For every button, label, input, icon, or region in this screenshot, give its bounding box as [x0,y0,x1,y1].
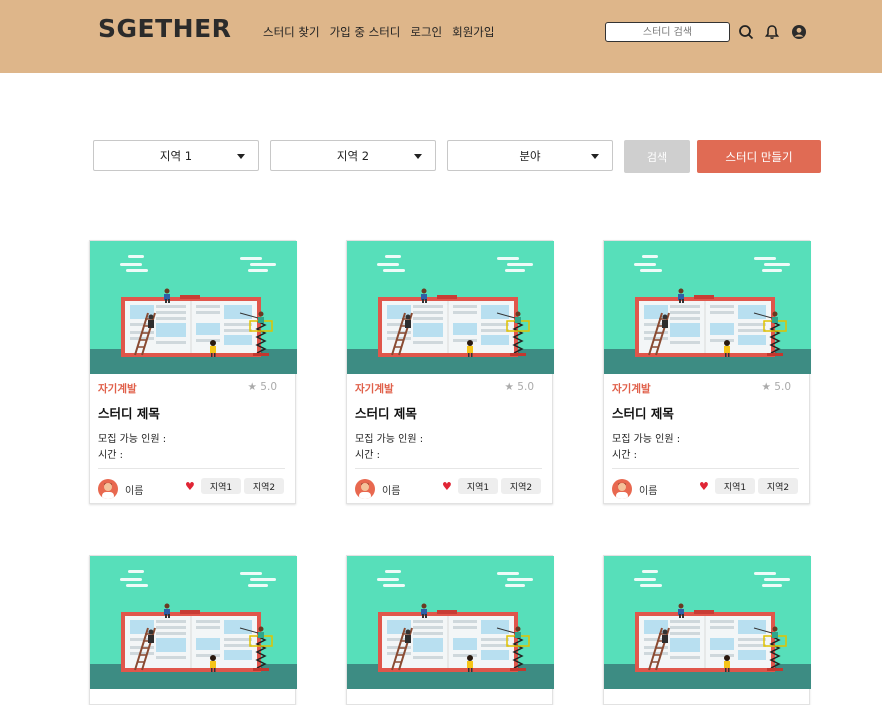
rating-value: 5.0 [774,381,791,393]
search-icon[interactable] [738,24,754,40]
study-card[interactable]: 자기계발 ★ 5.0 스터디 제목 모집 가능 인원 : 시간 : 이름 ♥ 지… [603,240,810,504]
nav-login[interactable]: 로그인 [410,24,442,40]
study-card[interactable] [89,555,296,705]
capacity-label: 모집 가능 인원 : [98,434,167,445]
time-label: 시간 : [355,450,380,461]
heart-icon[interactable]: ♥ [185,481,195,493]
region-tag: 지역2 [758,478,798,494]
search-button[interactable]: 검색 [624,140,690,173]
avatar [98,479,118,499]
nav-joined-study[interactable]: 가입 중 스터디 [330,24,401,40]
nav-find-study[interactable]: 스터디 찾기 [263,24,320,40]
region-tag: 지역2 [501,478,541,494]
avatar [355,479,375,499]
top-header: SGETHER 스터디 찾기 가입 중 스터디 로그인 회원가입 [0,0,882,73]
study-search-input[interactable] [605,22,730,42]
study-thumbnail [604,556,811,689]
heart-icon[interactable]: ♥ [699,481,709,493]
study-thumbnail [90,241,297,374]
logo[interactable]: SGETHER [98,14,231,43]
study-title: 스터디 제목 [612,406,674,421]
rating: ★ 5.0 [505,381,534,393]
author-name: 이름 [125,486,144,497]
study-thumbnail [90,556,297,689]
rating-value: 5.0 [260,381,277,393]
time-label: 시간 : [612,450,637,461]
bell-icon[interactable] [764,24,780,40]
study-card[interactable] [346,555,553,705]
rating: ★ 5.0 [248,381,277,393]
capacity-label: 모집 가능 인원 : [355,434,424,445]
time-label: 시간 : [98,450,123,461]
region1-label: 지역 1 [159,148,193,163]
region-tag: 지역1 [201,478,241,494]
region2-label: 지역 2 [336,148,370,163]
main-nav: 스터디 찾기 가입 중 스터디 로그인 회원가입 [263,24,494,40]
divider [355,468,542,469]
capacity-label: 모집 가능 인원 : [612,434,681,445]
study-card[interactable]: 자기계발 ★ 5.0 스터디 제목 모집 가능 인원 : 시간 : 이름 ♥ 지… [346,240,553,504]
study-thumbnail [347,241,554,374]
star-icon: ★ [761,381,771,393]
star-icon: ★ [247,381,257,393]
study-thumbnail [347,556,554,689]
avatar [612,479,632,499]
chevron-down-icon [414,154,422,159]
category-label: 자기계발 [98,383,137,395]
study-card[interactable] [603,555,810,705]
heart-icon[interactable]: ♥ [442,481,452,493]
region-tag: 지역2 [244,478,284,494]
rating-value: 5.0 [517,381,534,393]
category-label: 자기계발 [355,383,394,395]
study-title: 스터디 제목 [355,406,417,421]
study-card[interactable]: 자기계발 ★ 5.0 스터디 제목 모집 가능 인원 : 시간 : 이름 ♥ 지… [89,240,296,504]
rating: ★ 5.0 [762,381,791,393]
divider [612,468,799,469]
author-name: 이름 [382,486,401,497]
create-study-button[interactable]: 스터디 만들기 [697,140,821,173]
study-thumbnail [604,241,811,374]
field-select[interactable]: 분야 [447,140,613,171]
region1-select[interactable]: 지역 1 [93,140,259,171]
study-title: 스터디 제목 [98,406,160,421]
nav-signup[interactable]: 회원가입 [452,24,494,40]
user-icon[interactable] [791,24,807,40]
region-tag: 지역1 [458,478,498,494]
divider [98,468,285,469]
region2-select[interactable]: 지역 2 [270,140,436,171]
chevron-down-icon [237,154,245,159]
chevron-down-icon [591,154,599,159]
star-icon: ★ [504,381,514,393]
category-label: 자기계발 [612,383,651,395]
region-tag: 지역1 [715,478,755,494]
author-name: 이름 [639,486,658,497]
field-label: 분야 [519,148,541,163]
